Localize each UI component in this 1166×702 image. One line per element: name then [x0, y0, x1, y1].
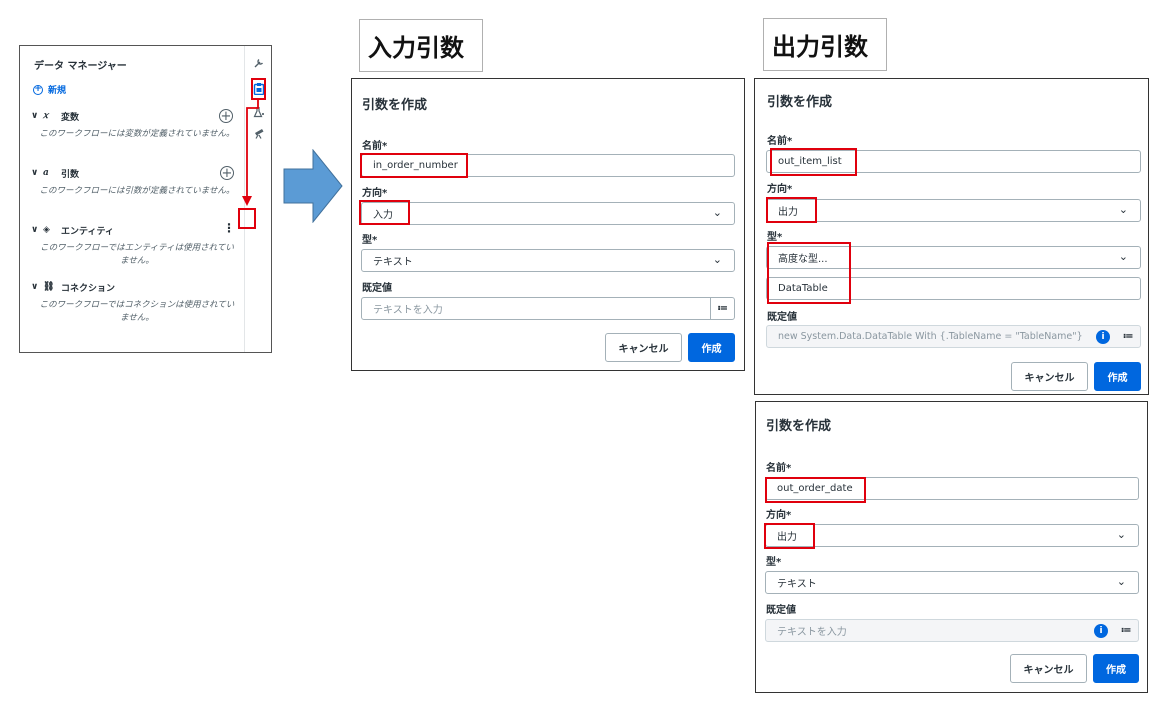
- name-label: 名前*: [766, 463, 792, 474]
- direction-value: 入力: [373, 210, 393, 221]
- name-field[interactable]: out_item_list: [766, 150, 1141, 173]
- type-value: 高度な型...: [778, 254, 828, 265]
- create-button[interactable]: 作成: [688, 333, 735, 362]
- advanced-editor-icon[interactable]: ≔: [1114, 620, 1138, 641]
- chevron-down-icon: ⌄: [1116, 528, 1126, 541]
- highlight-clipboard: [251, 78, 266, 100]
- create-argument-dialog-output-datatable: 引数を作成 名前* out_item_list 方向* 出力 ⌄ 型* 高度な型…: [754, 78, 1149, 395]
- default-placeholder: テキストを入力: [373, 305, 443, 316]
- direction-label: 方向*: [362, 188, 388, 199]
- new-button[interactable]: + 新規: [33, 83, 66, 96]
- cancel-button[interactable]: キャンセル: [605, 333, 682, 362]
- direction-label: 方向*: [767, 184, 793, 195]
- name-value: out_order_date: [777, 483, 853, 494]
- name-field[interactable]: out_order_date: [765, 477, 1139, 500]
- default-label: 既定値: [766, 605, 796, 616]
- direction-select[interactable]: 出力 ⌄: [766, 199, 1141, 222]
- section-connections-label: コネクション: [61, 283, 116, 294]
- advanced-editor-icon[interactable]: ≔: [710, 298, 734, 319]
- default-value-input[interactable]: テキストを入力 ≔: [361, 297, 735, 320]
- direction-value: 出力: [778, 207, 798, 218]
- default-label: 既定値: [362, 283, 392, 294]
- section-variables-empty-text: このワークフローには変数が定義されていません。: [39, 129, 235, 139]
- create-argument-dialog-input: 引数を作成 名前* in_order_number 方向* 入力 ⌄ 型* テキ…: [351, 78, 745, 371]
- chevron-down-icon: ⌄: [712, 253, 722, 266]
- section-arguments-header[interactable]: ∨ a 引数: [31, 166, 243, 180]
- section-variables-header[interactable]: ∨ 𝑥 変数: [31, 109, 243, 123]
- dialog-title: 引数を作成: [767, 95, 833, 110]
- highlight-arrow-icon: [242, 99, 259, 206]
- section-entities-label: エンティティ: [61, 226, 114, 237]
- type-value: テキスト: [777, 579, 817, 590]
- chevron-down-icon: ∨: [31, 111, 39, 121]
- flow-arrow-icon: [283, 149, 343, 223]
- output-args-label: 出力引数: [763, 18, 887, 71]
- direction-label: 方向*: [766, 510, 792, 521]
- chevron-down-icon: ⌄: [712, 206, 722, 219]
- connection-icon: ⛓: [43, 282, 55, 292]
- section-connections-header[interactable]: ∨ ⛓ コネクション: [31, 280, 243, 294]
- name-value: out_item_list: [778, 156, 842, 167]
- dialog-title: 引数を作成: [362, 98, 428, 113]
- chevron-down-icon: ∨: [31, 225, 39, 235]
- section-entities-header[interactable]: ∨ ◈ エンティティ: [31, 223, 243, 237]
- section-arguments: ∨ a 引数 このワークフローには引数が定義されていません。: [31, 166, 243, 198]
- section-arguments-empty-text: このワークフローには引数が定義されていません。: [39, 186, 235, 196]
- chevron-down-icon: ⌄: [1116, 575, 1126, 588]
- cancel-button[interactable]: キャンセル: [1010, 654, 1087, 683]
- data-manager-main: データ マネージャー + 新規 ∨ 𝑥 変数 このワークフローには変数が定義され…: [20, 46, 244, 352]
- section-entities: ∨ ◈ エンティティ このワークフローではエンティティは使用されていません。: [31, 223, 243, 268]
- section-connections: ∨ ⛓ コネクション このワークフローではコネクションは使用されていません。: [31, 280, 243, 325]
- section-arguments-label: 引数: [61, 169, 80, 180]
- type-detail-field[interactable]: DataTable: [766, 277, 1141, 300]
- layers-icon: ◈: [43, 225, 50, 235]
- direction-value: 出力: [777, 532, 797, 543]
- advanced-editor-icon[interactable]: ≔: [1116, 326, 1140, 347]
- name-field[interactable]: in_order_number: [361, 154, 735, 177]
- kebab-menu-icon[interactable]: ⋮: [223, 221, 235, 235]
- variable-icon: 𝑥: [43, 111, 49, 121]
- chevron-down-icon: ∨: [31, 282, 39, 292]
- chevron-down-icon: ⌄: [1118, 203, 1128, 216]
- default-value-input[interactable]: new System.Data.DataTable With {.TableNa…: [766, 325, 1141, 348]
- info-icon[interactable]: i: [1096, 330, 1110, 344]
- input-args-label: 入力引数: [359, 19, 483, 72]
- data-manager-panel: データ マネージャー + 新規 ∨ 𝑥 変数 このワークフローには変数が定義され…: [19, 45, 272, 353]
- type-select[interactable]: 高度な型... ⌄: [766, 246, 1141, 269]
- section-connections-empty-text: このワークフローではコネクションは使用されていません。: [39, 300, 235, 323]
- default-value: new System.Data.DataTable With {.TableNa…: [778, 331, 1083, 342]
- chevron-down-icon: ⌄: [1118, 250, 1128, 263]
- name-label: 名前*: [362, 141, 388, 152]
- type-select[interactable]: テキスト ⌄: [765, 571, 1139, 594]
- name-label: 名前*: [767, 136, 793, 147]
- type-label: 型*: [362, 235, 378, 246]
- cancel-button[interactable]: キャンセル: [1011, 362, 1088, 391]
- default-label: 既定値: [767, 312, 797, 323]
- dialog-title: 引数を作成: [766, 419, 832, 434]
- info-icon[interactable]: i: [1094, 624, 1108, 638]
- section-entities-empty-text: このワークフローではエンティティは使用されていません。: [40, 243, 234, 266]
- data-manager-title: データ マネージャー: [34, 61, 127, 72]
- plus-circle-icon: +: [33, 84, 43, 95]
- type-value: テキスト: [373, 257, 413, 268]
- type-label: 型*: [767, 232, 783, 243]
- section-variables: ∨ 𝑥 変数 このワークフローには変数が定義されていません。: [31, 109, 243, 141]
- highlight-add-argument: [238, 208, 256, 229]
- type-label: 型*: [766, 557, 782, 568]
- default-value-input[interactable]: テキストを入力 i ≔: [765, 619, 1139, 642]
- create-argument-dialog-output-text: 引数を作成 名前* out_order_date 方向* 出力 ⌄ 型* テキス…: [755, 401, 1148, 693]
- new-button-label: 新規: [48, 86, 67, 96]
- direction-select[interactable]: 出力 ⌄: [765, 524, 1139, 547]
- type-detail-value: DataTable: [778, 283, 828, 294]
- argument-icon: a: [43, 168, 49, 178]
- type-select[interactable]: テキスト ⌄: [361, 249, 735, 272]
- create-button[interactable]: 作成: [1094, 362, 1141, 391]
- section-variables-label: 変数: [61, 112, 80, 123]
- create-button[interactable]: 作成: [1093, 654, 1139, 683]
- chevron-down-icon: ∨: [31, 168, 39, 178]
- name-value: in_order_number: [373, 160, 458, 171]
- default-placeholder: テキストを入力: [777, 627, 847, 638]
- direction-select[interactable]: 入力 ⌄: [361, 202, 735, 225]
- wrench-icon[interactable]: [252, 57, 266, 72]
